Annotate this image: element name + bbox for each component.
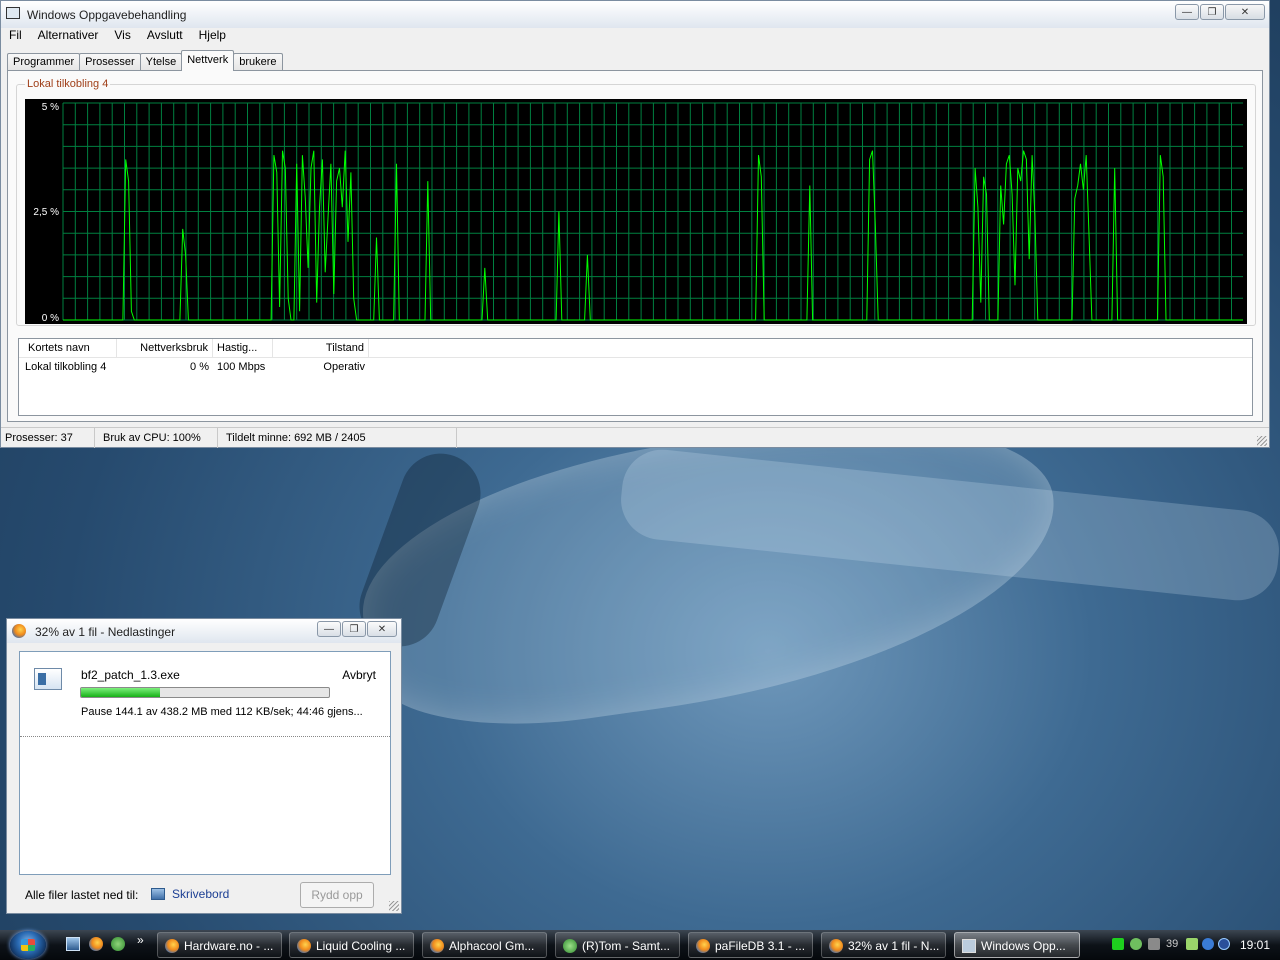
adapter-table: Kortets navn Nettverksbruk Hastig... Til…	[18, 338, 1253, 416]
menu-file[interactable]: Fil	[1, 27, 30, 45]
status-memory: Tildelt minne: 692 MB / 2405	[218, 428, 457, 448]
column-header-adapter-name[interactable]: Kortets navn	[19, 339, 117, 357]
graph-title: Lokal tilkobling 4	[25, 78, 111, 90]
firefox-icon	[165, 939, 179, 953]
messenger-status-icon[interactable]	[1130, 938, 1142, 950]
taskbar-button-liquid-cooling[interactable]: Liquid Cooling ...	[289, 932, 414, 958]
title-bar[interactable]: Windows Oppgavebehandling — ❐ ✕	[1, 1, 1269, 28]
download-folder-label: Alle filer lastet ned til:	[25, 888, 139, 902]
start-button[interactable]	[10, 931, 46, 959]
file-name: bf2_patch_1.3.exe	[81, 668, 180, 682]
status-processes: Prosesser: 37	[1, 428, 95, 448]
system-tray: 39 19:01	[1104, 930, 1280, 960]
downloads-window: 32% av 1 fil - Nedlastinger — ❐ ✕ bf2_pa…	[6, 618, 402, 914]
tray-temperature: 39	[1166, 938, 1179, 950]
close-button[interactable]: ✕	[1225, 4, 1265, 20]
maximize-button[interactable]: ❐	[1200, 4, 1224, 20]
status-bar: Prosesser: 37 Bruk av CPU: 100% Tildelt …	[1, 427, 1269, 448]
download-progress-bar	[80, 687, 330, 698]
clear-list-button[interactable]: Rydd opp	[300, 882, 374, 908]
table-header: Kortets navn Nettverksbruk Hastig... Til…	[19, 339, 1252, 358]
title-bar[interactable]: 32% av 1 fil - Nedlastinger — ❐ ✕	[7, 619, 401, 643]
task-manager-icon	[962, 939, 976, 953]
exe-file-icon	[34, 668, 62, 690]
taskbar-button-label: Windows Opp...	[981, 939, 1066, 953]
taskbar-button-messenger[interactable]: (R)Tom - Samt...	[555, 932, 680, 958]
close-button[interactable]: ✕	[367, 621, 397, 637]
progress-fill	[81, 688, 161, 697]
y-tick-label: 0 %	[42, 313, 59, 324]
tab-networking[interactable]: Nettverk	[181, 50, 235, 71]
window-title: 32% av 1 fil - Nedlastinger	[35, 625, 176, 639]
y-tick-label: 5 %	[42, 102, 59, 113]
tab-applications[interactable]: Programmer	[7, 53, 81, 71]
cancel-link[interactable]: Avbryt	[342, 668, 376, 682]
column-header-network-usage[interactable]: Nettverksbruk	[117, 339, 213, 357]
firefox-icon	[829, 939, 843, 953]
firefox-icon	[12, 624, 26, 638]
status-cpu: Bruk av CPU: 100%	[95, 428, 218, 448]
quicklaunch-overflow-icon[interactable]: »	[137, 933, 151, 947]
minimize-button[interactable]: —	[1175, 4, 1199, 20]
tab-strip: Programmer Prosesser Ytelse Nettverk bru…	[7, 50, 283, 71]
menu-view[interactable]: Vis	[106, 27, 138, 45]
update-icon[interactable]	[1202, 938, 1214, 950]
window-title: Windows Oppgavebehandling	[27, 8, 187, 22]
tab-performance[interactable]: Ytelse	[139, 53, 183, 71]
menu-options[interactable]: Alternativer	[30, 27, 107, 45]
clock[interactable]: 19:01	[1240, 938, 1270, 952]
tab-processes[interactable]: Prosesser	[79, 53, 141, 71]
firefox-icon	[430, 939, 444, 953]
cell-adapter-name: Lokal tilkobling 4	[25, 361, 107, 373]
cell-state: Operativ	[323, 361, 365, 373]
show-desktop-icon[interactable]	[66, 937, 80, 951]
taskbar-button-label: 32% av 1 fil - N...	[848, 939, 940, 953]
cell-link-speed: 100 Mbps	[217, 361, 266, 373]
maximize-button[interactable]: ❐	[342, 621, 366, 637]
menu-help[interactable]: Hjelp	[191, 27, 234, 45]
taskbar-button-label: Hardware.no - ...	[184, 939, 274, 953]
column-header-link-speed[interactable]: Hastig...	[213, 339, 273, 357]
tab-users[interactable]: brukere	[233, 53, 283, 71]
networking-panel: Lokal tilkobling 4 5 % 2,5 % 0 % Kortets…	[7, 70, 1263, 422]
minimize-button[interactable]: —	[317, 621, 341, 637]
taskbar-button-hardware[interactable]: Hardware.no - ...	[157, 932, 282, 958]
taskbar-button-downloads[interactable]: 32% av 1 fil - N...	[821, 932, 946, 958]
taskbar-button-label: Alphacool Gm...	[449, 939, 535, 953]
battery-icon[interactable]	[1186, 938, 1198, 950]
cell-network-usage: 0 %	[190, 361, 209, 373]
network-icon[interactable]	[1148, 938, 1160, 950]
table-row[interactable]: Lokal tilkobling 4 0 % 100 Mbps Operativ	[19, 359, 369, 375]
column-header-state[interactable]: Tilstand	[273, 339, 369, 357]
task-manager-icon	[6, 7, 20, 19]
wireless-icon[interactable]	[1218, 938, 1230, 950]
task-manager-window: Windows Oppgavebehandling — ❐ ✕ Fil Alte…	[0, 0, 1270, 448]
messenger-icon	[563, 939, 577, 953]
taskbar-button-pafiledb[interactable]: paFileDB 3.1 - ...	[688, 932, 813, 958]
download-list: bf2_patch_1.3.exe Avbryt Pause 144.1 av …	[19, 651, 391, 875]
folder-icon	[151, 888, 165, 900]
menu-shutdown[interactable]: Avslutt	[139, 27, 191, 45]
download-status-text: Pause 144.1 av 438.2 MB med 112 KB/sek; …	[81, 706, 363, 718]
download-item[interactable]: bf2_patch_1.3.exe Avbryt Pause 144.1 av …	[20, 652, 390, 737]
taskbar-button-label: (R)Tom - Samt...	[582, 939, 671, 953]
menu-bar: Fil Alternativer Vis Avslutt Hjelp	[1, 27, 234, 45]
taskbar-button-label: Liquid Cooling ...	[316, 939, 406, 953]
download-folder-link[interactable]: Skrivebord	[172, 887, 229, 901]
resize-grip[interactable]	[389, 901, 399, 911]
firefox-icon[interactable]	[89, 937, 103, 951]
firefox-icon	[696, 939, 710, 953]
messenger-icon[interactable]	[111, 937, 125, 951]
y-tick-label: 2,5 %	[33, 207, 59, 218]
network-graph-group: Lokal tilkobling 4 5 % 2,5 % 0 %	[16, 78, 1256, 326]
resize-grip[interactable]	[1257, 436, 1267, 446]
network-usage-chart: 5 % 2,5 % 0 %	[25, 99, 1247, 324]
cpu-meter-icon[interactable]	[1112, 938, 1124, 950]
taskbar-button-label: paFileDB 3.1 - ...	[715, 939, 806, 953]
taskbar-button-task-manager[interactable]: Windows Opp...	[954, 932, 1080, 958]
taskbar-button-alphacool[interactable]: Alphacool Gm...	[422, 932, 547, 958]
firefox-icon	[297, 939, 311, 953]
taskbar: » Hardware.no - ... Liquid Cooling ... A…	[0, 930, 1280, 960]
